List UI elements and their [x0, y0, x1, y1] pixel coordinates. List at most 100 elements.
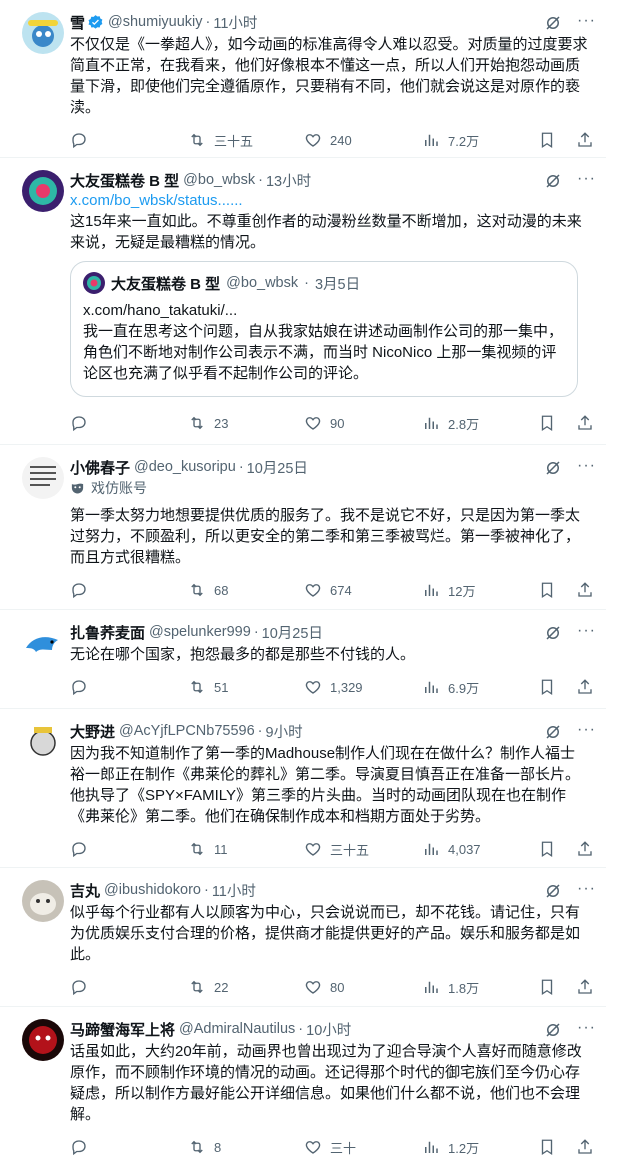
bookmark-icon[interactable] [538, 581, 556, 599]
share-icon[interactable] [576, 414, 594, 432]
retweet-button[interactable]: 68 [188, 568, 228, 612]
grok-icon[interactable] [544, 172, 562, 190]
quoted-tweet[interactable]: 大友蛋糕卷 B 型 @bo_wbsk · 3月5日 x.com/hano_tak… [70, 261, 578, 397]
share-icon[interactable] [576, 131, 594, 149]
reply-button[interactable] [70, 665, 96, 709]
tweet[interactable]: 大野进 @AcYjfLPCNb75596 · 9小时 ··· 因为我不知道制作了… [0, 709, 606, 868]
timestamp[interactable]: 10月25日 [247, 457, 308, 478]
avatar[interactable] [22, 622, 64, 664]
grok-icon[interactable] [544, 1021, 562, 1039]
avatar[interactable] [22, 1019, 64, 1061]
views-button[interactable]: 1.8万 [422, 965, 479, 1009]
reply-button[interactable] [70, 965, 96, 1009]
bookmark-icon[interactable] [538, 1138, 556, 1156]
views-button[interactable]: 6.9万 [422, 665, 479, 709]
display-name[interactable]: 马蹄蟹海军上将 [70, 1019, 175, 1040]
retweet-button[interactable]: 23 [188, 401, 228, 445]
more-icon[interactable]: ··· [577, 622, 596, 640]
views-button[interactable]: 1.2万 [422, 1125, 479, 1169]
timestamp[interactable]: 10月25日 [262, 622, 323, 643]
bookmark-icon[interactable] [538, 414, 556, 432]
user-handle[interactable]: @AcYjfLPCNb75596 [119, 723, 255, 739]
tweet[interactable]: 扎鲁荞麦面 @spelunker999 · 10月25日 ··· 无论在哪个国家… [0, 610, 606, 709]
user-handle[interactable]: @shumiyuukiy [108, 14, 203, 30]
display-name[interactable]: 大野进 [70, 721, 115, 742]
avatar[interactable] [22, 457, 64, 499]
share-icon[interactable] [576, 840, 594, 858]
tweet-link[interactable]: x.com/bo_wbsk/status...... [70, 190, 590, 211]
share-icon[interactable] [576, 978, 594, 996]
grok-icon[interactable] [544, 14, 562, 32]
bookmark-icon[interactable] [538, 678, 556, 696]
user-handle[interactable]: @deo_kusoripu [134, 459, 236, 475]
like-count: 80 [330, 979, 345, 995]
views-button[interactable]: 2.8万 [422, 401, 479, 445]
grok-icon[interactable] [544, 459, 562, 477]
timestamp[interactable]: 11小时 [213, 12, 257, 33]
retweet-button[interactable]: 8 [188, 1125, 221, 1169]
tweet-text: 这15年来一直如此。不尊重创作者的动漫粉丝数量不断增加，这对动漫的未来来说，无疑… [70, 213, 582, 251]
avatar[interactable] [22, 880, 64, 922]
views-button[interactable]: 12万 [422, 568, 475, 612]
reply-button[interactable] [70, 401, 96, 445]
bookmark-icon[interactable] [538, 840, 556, 858]
views-button[interactable]: 4,037 [422, 827, 481, 871]
reply-icon [72, 980, 86, 996]
user-handle[interactable]: @ibushidokoro [104, 882, 201, 898]
more-icon[interactable]: ··· [577, 721, 596, 739]
tweet[interactable]: 吉丸 @ibushidokoro · 11小时 ··· 似乎每个行业都有人以顾客… [0, 868, 606, 1007]
display-name[interactable]: 扎鲁荞麦面 [70, 622, 145, 643]
timestamp[interactable]: 11小时 [212, 880, 256, 901]
reply-button[interactable] [70, 118, 96, 162]
retweet-button[interactable]: 22 [188, 965, 228, 1009]
grok-icon[interactable] [544, 882, 562, 900]
retweet-button[interactable]: 51 [188, 665, 228, 709]
reply-button[interactable] [70, 1125, 96, 1169]
tweet[interactable]: 马蹄蟹海军上将 @AdmiralNautilus · 10小时 ··· 话虽如此… [0, 1007, 606, 1159]
reply-button[interactable] [70, 568, 96, 612]
avatar[interactable] [22, 721, 64, 763]
views-icon [425, 981, 438, 993]
timestamp[interactable]: 13小时 [266, 170, 311, 191]
like-button[interactable]: 674 [304, 568, 352, 612]
display-name[interactable]: 雪 [70, 12, 85, 33]
views-button[interactable]: 7.2万 [422, 118, 479, 162]
retweet-button[interactable]: 三十五 [188, 118, 253, 162]
bookmark-icon[interactable] [538, 131, 556, 149]
tweet[interactable]: 小佛春子 @deo_kusoripu · 10月25日 ··· 戏仿账号 第一季… [0, 445, 606, 610]
more-icon[interactable]: ··· [577, 170, 596, 188]
share-icon[interactable] [576, 678, 594, 696]
grok-icon[interactable] [544, 624, 562, 642]
tweet-header: 吉丸 @ibushidokoro · 11小时 [70, 880, 590, 900]
more-icon[interactable]: ··· [577, 12, 596, 30]
more-icon[interactable]: ··· [577, 1019, 596, 1037]
user-handle[interactable]: @bo_wbsk [183, 172, 255, 188]
display-name[interactable]: 小佛春子 [70, 457, 130, 478]
like-button[interactable]: 三十 [304, 1125, 356, 1169]
like-button[interactable]: 240 [304, 118, 352, 162]
display-name[interactable]: 大友蛋糕卷 B 型 [70, 170, 179, 191]
tweet[interactable]: 雪 @shumiyuukiy · 11小时 ··· 不仅仅是《一拳超人》，如今动… [0, 0, 606, 158]
share-icon[interactable] [576, 581, 594, 599]
grok-icon[interactable] [544, 723, 562, 741]
more-icon[interactable]: ··· [577, 457, 596, 475]
tweet[interactable]: 大友蛋糕卷 B 型 @bo_wbsk · 13小时 ··· x.com/bo_w… [0, 158, 606, 445]
more-icon[interactable]: ··· [577, 880, 596, 898]
share-icon[interactable] [576, 1138, 594, 1156]
avatar[interactable] [22, 12, 64, 54]
display-name[interactable]: 吉丸 [70, 880, 100, 901]
like-button[interactable]: 80 [304, 965, 344, 1009]
timestamp[interactable]: 9小时 [266, 721, 303, 742]
avatar[interactable] [22, 170, 64, 212]
tweet-actions: 8 三十 1.2万 [70, 1125, 592, 1169]
bookmark-icon[interactable] [538, 978, 556, 996]
tweet-actions: 51 1,329 6.9万 [70, 665, 592, 709]
user-handle[interactable]: @spelunker999 [149, 624, 251, 640]
timestamp[interactable]: 10小时 [306, 1019, 351, 1040]
like-button[interactable]: 三十五 [304, 827, 369, 871]
like-button[interactable]: 1,329 [304, 665, 363, 709]
retweet-button[interactable]: 11 [188, 827, 228, 871]
like-button[interactable]: 90 [304, 401, 344, 445]
reply-button[interactable] [70, 827, 96, 871]
user-handle[interactable]: @AdmiralNautilus [179, 1021, 295, 1037]
